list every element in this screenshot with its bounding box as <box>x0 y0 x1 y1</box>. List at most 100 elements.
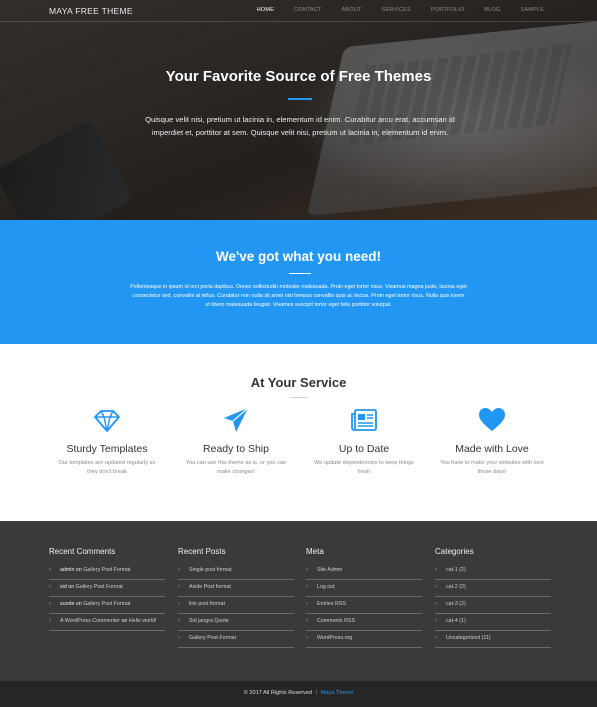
post-link-label[interactable]: link post format <box>189 601 225 607</box>
meta-link-label[interactable]: Entries RSS <box>317 601 346 607</box>
newspaper-icon <box>351 409 377 431</box>
meta-link[interactable]: › Site Admin <box>306 563 422 580</box>
meta-link-label[interactable]: Comments RSS <box>317 618 355 624</box>
category-link-label[interactable]: cat-2 (2) <box>446 584 466 590</box>
comment-post-link[interactable]: Hello world! <box>129 618 157 624</box>
widget-title: Recent Posts <box>178 547 226 556</box>
post-link-label[interactable]: Gallery Post Format <box>189 635 236 641</box>
copyright: © 2017 All Rights Reserved | Maya Theme <box>0 690 597 696</box>
meta-link-label[interactable]: Log out <box>317 584 335 590</box>
comment-post-link[interactable]: Gallery Post Format <box>76 584 123 590</box>
chevron-right-icon: › <box>49 584 51 590</box>
category-link[interactable]: › cat-1 (2) <box>435 563 551 580</box>
copyright-separator: | <box>315 690 318 696</box>
category-link-label[interactable]: cat-3 (2) <box>446 601 466 607</box>
chevron-right-icon: › <box>49 567 51 573</box>
comment-on: on <box>121 618 128 624</box>
band-divider <box>289 273 311 274</box>
meta-link-label[interactable]: WordPress.org <box>317 635 352 641</box>
category-link-label[interactable]: cat-1 (2) <box>446 567 466 573</box>
comment-author[interactable]: admin <box>60 567 74 573</box>
nav-portfolio[interactable]: PORTFOLIO <box>431 7 464 13</box>
services-divider <box>290 397 308 398</box>
post-link-label[interactable]: Sid jangra Quote <box>189 618 229 624</box>
comment-item: › sid on Gallery Post Format <box>49 580 165 597</box>
hero-overlay <box>0 0 597 220</box>
comment-on: on <box>75 601 82 607</box>
copyright-text: © 2017 All Rights Reserved <box>243 690 313 696</box>
comment-author[interactable]: sunde <box>60 601 74 607</box>
service-sturdy-templates: Sturdy Templates Our templates are updat… <box>47 406 167 476</box>
chevron-right-icon: › <box>306 567 308 573</box>
widget-title: Categories <box>435 547 474 556</box>
service-made-with-love: Made with Love You have to make your web… <box>432 406 552 476</box>
comment-item: › A WordPress Commenter on Hello world! <box>49 614 165 631</box>
widget-meta: Meta › Site Admin › Log out › Entries RSS ›… <box>306 547 422 648</box>
post-link-label[interactable]: Single post format <box>189 567 232 573</box>
post-link[interactable]: › Gallery Post Format <box>178 631 294 648</box>
post-link[interactable]: › Aside Post format <box>178 580 294 597</box>
category-link[interactable]: › Uncategorized (11) <box>435 631 551 648</box>
comment-on: on <box>75 567 82 573</box>
post-link[interactable]: › Single post format <box>178 563 294 580</box>
chevron-right-icon: › <box>435 584 437 590</box>
diamond-icon <box>94 410 120 432</box>
category-link-label[interactable]: cat-4 (1) <box>446 618 466 624</box>
hero-section: MAYA FREE THEME HOME CONTACT ABOUT SERVI… <box>0 0 597 220</box>
hero-text: Quisque velit nisi, pretium ut lacinia i… <box>145 115 455 137</box>
category-link[interactable]: › cat-2 (2) <box>435 580 551 597</box>
navbar: MAYA FREE THEME HOME CONTACT ABOUT SERVI… <box>0 0 597 22</box>
service-title: Sturdy Templates <box>66 443 148 455</box>
post-link-label[interactable]: Aside Post format <box>189 584 231 590</box>
intro-band: We've got what you need! Pellentesque in… <box>0 220 597 344</box>
service-text: Our templates are updated regularly so t… <box>58 460 156 475</box>
main-nav: HOME CONTACT ABOUT SERVICES PORTFOLIO BL… <box>237 7 544 13</box>
meta-link[interactable]: › WordPress.org <box>306 631 422 648</box>
widget-recent-posts: Recent Posts › Single post format › Aside … <box>178 547 294 648</box>
meta-link[interactable]: › Log out <box>306 580 422 597</box>
hero-divider <box>288 98 312 100</box>
service-ready-to-ship: Ready to Ship You can use this theme as … <box>176 406 296 476</box>
chevron-right-icon: › <box>178 601 180 607</box>
widget-recent-comments: Recent Comments › admin on Gallery Post … <box>49 547 165 631</box>
brand-logo[interactable]: MAYA FREE THEME <box>49 6 133 16</box>
nav-services[interactable]: SERVICES <box>382 7 411 13</box>
category-link[interactable]: › cat-3 (2) <box>435 597 551 614</box>
chevron-right-icon: › <box>49 618 51 624</box>
chevron-right-icon: › <box>306 601 308 607</box>
nav-about[interactable]: ABOUT <box>342 7 362 13</box>
footer-widgets: Recent Comments › admin on Gallery Post … <box>0 521 597 681</box>
band-text: Pellentesque in ipsum id orci porta dapi… <box>130 284 467 308</box>
comment-author[interactable]: sid <box>60 584 67 590</box>
heart-icon <box>479 408 505 431</box>
theme-link[interactable]: Maya Theme <box>321 690 354 696</box>
comment-item: › sunde on Gallery Post Format <box>49 597 165 614</box>
nav-home[interactable]: HOME <box>257 7 274 13</box>
category-link[interactable]: › cat-4 (1) <box>435 614 551 631</box>
services-section: At Your Service Sturdy Templates Our tem… <box>0 344 597 521</box>
comment-post-link[interactable]: Gallery Post Format <box>83 601 130 607</box>
nav-blog[interactable]: BLOG <box>484 7 500 13</box>
chevron-right-icon: › <box>49 601 51 607</box>
chevron-right-icon: › <box>178 567 180 573</box>
nav-sample[interactable]: SAMPLE <box>520 7 544 13</box>
service-text: You have to make your websites with love… <box>440 460 544 475</box>
chevron-right-icon: › <box>306 618 308 624</box>
category-link-label[interactable]: Uncategorized (11) <box>446 635 491 641</box>
meta-link-label[interactable]: Site Admin <box>317 567 342 573</box>
meta-link[interactable]: › Comments RSS <box>306 614 422 631</box>
chevron-right-icon: › <box>178 618 180 624</box>
paper-plane-icon <box>224 407 249 432</box>
post-link[interactable]: › link post format <box>178 597 294 614</box>
bottom-bar: © 2017 All Rights Reserved | Maya Theme <box>0 681 597 707</box>
comment-author[interactable]: A WordPress Commenter <box>60 618 120 624</box>
post-link[interactable]: › Sid jangra Quote <box>178 614 294 631</box>
hero-title: Your Favorite Source of Free Themes <box>165 68 432 85</box>
meta-link[interactable]: › Entries RSS <box>306 597 422 614</box>
comment-on: on <box>68 584 75 590</box>
comment-item: › admin on Gallery Post Format <box>49 563 165 580</box>
service-text: We update dependencies to keep things fr… <box>314 460 414 475</box>
chevron-right-icon: › <box>435 618 437 624</box>
comment-post-link[interactable]: Gallery Post Format <box>83 567 130 573</box>
nav-contact[interactable]: CONTACT <box>294 7 322 13</box>
